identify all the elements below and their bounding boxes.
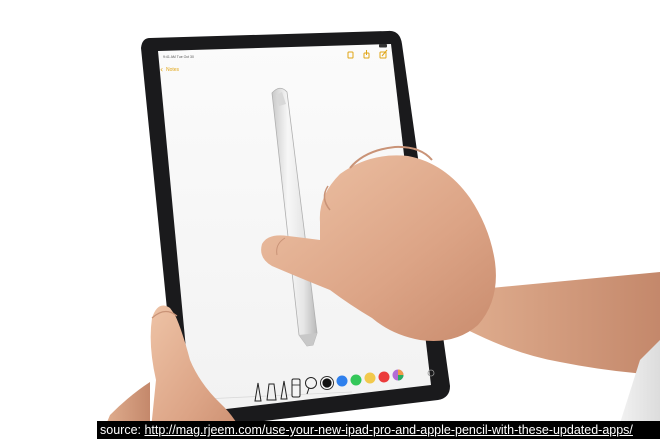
color-swatch-yellow[interactable] [364, 372, 376, 384]
color-swatch-black-fill [322, 378, 332, 388]
color-swatch-green[interactable] [350, 374, 362, 386]
color-swatch-red[interactable] [378, 371, 390, 383]
back-button[interactable]: Notes [166, 67, 180, 73]
source-caption: source: http://mag.rjeem.com/use-your-ne… [97, 421, 660, 439]
back-chevron-icon: ‹ [160, 65, 163, 74]
color-picker-icon[interactable] [392, 369, 404, 381]
source-link[interactable]: http://mag.rjeem.com/use-your-new-ipad-p… [144, 423, 632, 437]
caption-prefix: source: [100, 423, 145, 437]
eraser-icon[interactable] [291, 378, 301, 398]
color-swatch-blue[interactable] [336, 375, 348, 387]
photo-scene: 9:41 AM Tue Oct 30 ‹ Notes [0, 0, 660, 439]
battery-icon [379, 44, 387, 48]
status-time: 9:41 AM Tue Oct 30 [163, 55, 194, 59]
marker-icon[interactable] [266, 383, 277, 401]
